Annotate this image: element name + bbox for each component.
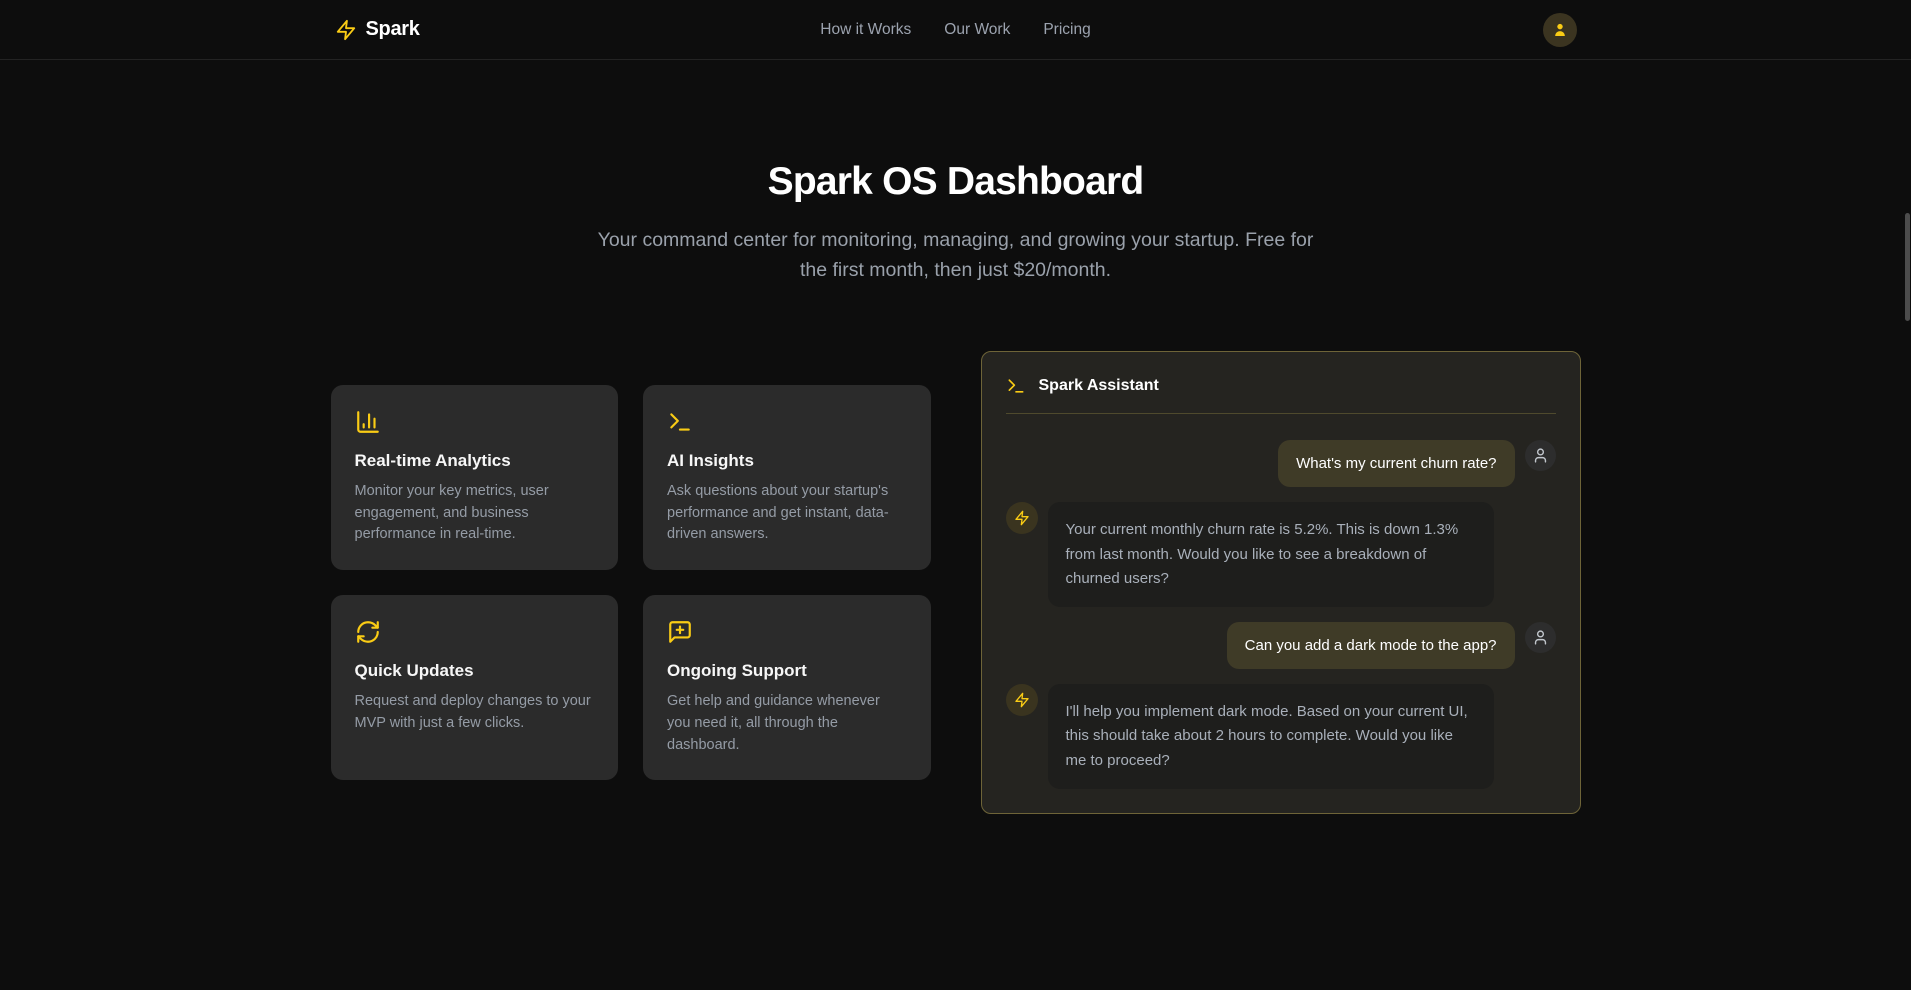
header: Spark How it Works Our Work Pricing: [0, 0, 1911, 60]
spark-logo-icon: [335, 19, 357, 41]
feature-description: Ask questions about your startup's perfo…: [667, 481, 907, 546]
panel-divider: [1006, 413, 1556, 414]
nav-pricing[interactable]: Pricing: [1043, 21, 1090, 39]
brand[interactable]: Spark: [335, 18, 420, 41]
feature-title: Ongoing Support: [667, 661, 907, 681]
chart-column-icon: [355, 409, 595, 435]
terminal-icon: [1006, 376, 1026, 396]
feature-title: Quick Updates: [355, 661, 595, 681]
feature-title: Real-time Analytics: [355, 451, 595, 471]
feature-card-ai-insights[interactable]: AI Insights Ask questions about your sta…: [643, 385, 931, 570]
user-avatar: [1525, 622, 1556, 653]
terminal-icon: [667, 409, 907, 435]
assistant-message-bubble: I'll help you implement dark mode. Based…: [1048, 684, 1494, 789]
spark-assistant-panel: Spark Assistant What's my current churn …: [981, 351, 1581, 814]
scrollbar-thumb[interactable]: [1905, 213, 1910, 321]
feature-card-analytics[interactable]: Real-time Analytics Monitor your key met…: [331, 385, 619, 570]
user-message-row: Can you add a dark mode to the app?: [1006, 622, 1556, 669]
assistant-panel-title: Spark Assistant: [1039, 377, 1159, 395]
user-message-bubble: What's my current churn rate?: [1278, 440, 1514, 487]
main-nav: How it Works Our Work Pricing: [820, 21, 1090, 39]
header-inner: Spark How it Works Our Work Pricing: [331, 13, 1581, 47]
user-avatar: [1525, 440, 1556, 471]
feature-description: Get help and guidance whenever you need …: [667, 691, 907, 756]
message-square-plus-icon: [667, 619, 907, 645]
feature-card-ongoing-support[interactable]: Ongoing Support Get help and guidance wh…: [643, 595, 931, 780]
user-icon: [1551, 21, 1569, 39]
user-message-bubble: Can you add a dark mode to the app?: [1227, 622, 1515, 669]
main-content: Real-time Analytics Monitor your key met…: [331, 351, 1581, 814]
assistant-message-row: I'll help you implement dark mode. Based…: [1006, 684, 1556, 789]
assistant-panel-header: Spark Assistant: [1006, 376, 1556, 396]
user-message-row: What's my current churn rate?: [1006, 440, 1556, 487]
refresh-icon: [355, 619, 595, 645]
account-avatar-button[interactable]: [1543, 13, 1577, 47]
spark-bot-avatar: [1006, 684, 1038, 716]
feature-card-quick-updates[interactable]: Quick Updates Request and deploy changes…: [331, 595, 619, 780]
page-title: Spark OS Dashboard: [0, 160, 1911, 204]
feature-description: Monitor your key metrics, user engagemen…: [355, 481, 595, 546]
message-list: What's my current churn rate? Your curre…: [1006, 440, 1556, 789]
feature-title: AI Insights: [667, 451, 907, 471]
feature-grid: Real-time Analytics Monitor your key met…: [331, 385, 931, 781]
nav-how-it-works[interactable]: How it Works: [820, 21, 911, 39]
assistant-message-row: Your current monthly churn rate is 5.2%.…: [1006, 502, 1556, 607]
spark-bot-avatar: [1006, 502, 1038, 534]
hero-section: Spark OS Dashboard Your command center f…: [0, 60, 1911, 285]
nav-our-work[interactable]: Our Work: [944, 21, 1010, 39]
feature-description: Request and deploy changes to your MVP w…: [355, 691, 595, 735]
brand-name: Spark: [366, 18, 420, 41]
page-subtitle: Your command center for monitoring, mana…: [596, 226, 1316, 285]
assistant-message-bubble: Your current monthly churn rate is 5.2%.…: [1048, 502, 1494, 607]
scrollbar[interactable]: [1903, 0, 1911, 990]
